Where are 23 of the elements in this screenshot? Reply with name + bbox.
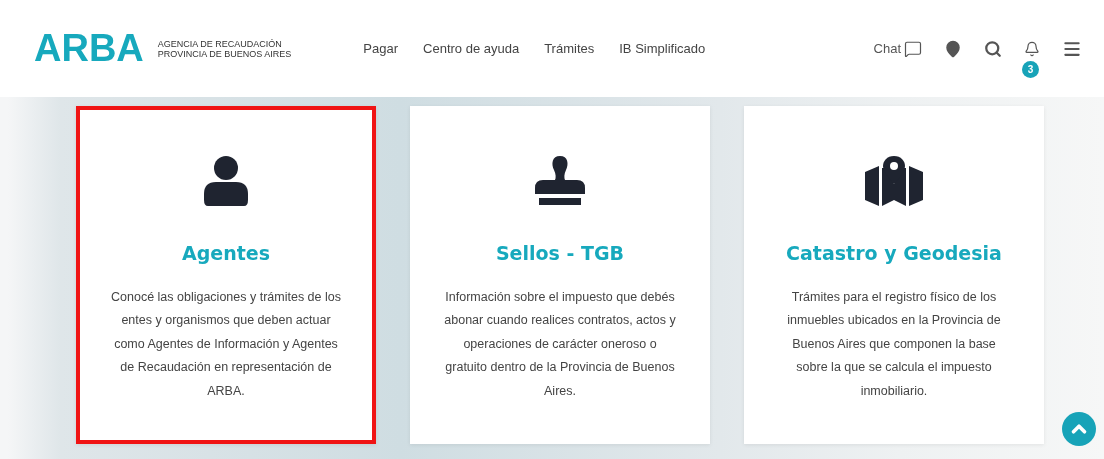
map-icon <box>865 156 923 206</box>
location-icon[interactable] <box>944 39 962 58</box>
service-card[interactable]: Catastro y Geodesia Trámites para el registro físico de los inmuebles ubicados en la Provincia de Buenos Aires que componen la base sobre la que se calcula el impuesto inmobiliario. <box>744 106 1044 444</box>
card-title: Agentes <box>182 242 270 264</box>
nav-link[interactable]: Centro de ayuda <box>423 41 520 56</box>
card-title: Catastro y Geodesia <box>786 242 1002 264</box>
notification-badge: 3 <box>1022 60 1039 78</box>
agency-name: AGENCIA DE RECAUDACIÓN <box>157 38 283 49</box>
card-description: Información sobre el impuesto que debés abonar cuando realices contratos, actos y operaciones de carácter oneroso o gratuito dentro de la Provincia de Buenos Aires. <box>443 289 677 400</box>
chat-link[interactable]: Chat <box>873 39 922 58</box>
stamp-icon <box>535 156 585 206</box>
search-icon[interactable] <box>984 39 1002 58</box>
service-card[interactable]: Sellos - TGB Información sobre el impuesto que debés abonar cuando realices contratos, actos y operaciones de carácter oneroso o gratuito dentro de la Provincia de Buenos Aires. <box>410 106 710 444</box>
agency-name: PROVINCIA DE BUENOS AIRES <box>157 48 292 59</box>
card-description: Conocé las obligaciones y trámites de los entes y organismos que deben actuar como Agentes de Información y Agentes de Recaudación en representación de ARBA. <box>110 289 342 400</box>
card-title: Sellos - TGB <box>495 242 625 264</box>
card-description: Trámites para el registro físico de los inmuebles ubicados en la Provincia de Buenos Aires que componen la base sobre la que se calcula el impuesto inmobiliario. <box>786 289 1002 400</box>
chat-icon <box>904 39 922 58</box>
person-icon <box>204 156 248 206</box>
nav-link[interactable]: IB Simplificado <box>619 41 706 56</box>
nav-link[interactable]: Trámites <box>544 41 595 56</box>
service-card[interactable]: Agentes Conocé las obligaciones y trámites de los entes y organismos que deben actuar como Agentes de Información y Agentes de Recaudación en representación de ARBA. <box>76 106 376 444</box>
nav-link[interactable]: Pagar <box>363 41 399 56</box>
